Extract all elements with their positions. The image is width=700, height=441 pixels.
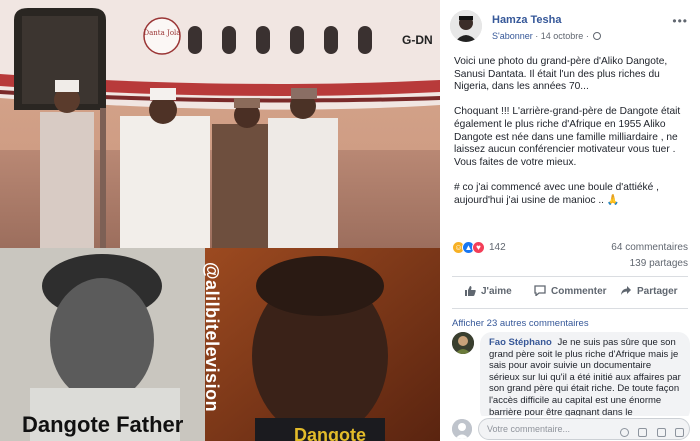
author-name[interactable]: Hamza Tesha <box>492 14 562 26</box>
emoji-icon[interactable] <box>619 428 629 437</box>
comment-text: Je ne suis pas sûre que son grand père s… <box>489 337 681 418</box>
commenter-avatar[interactable] <box>452 332 474 354</box>
post-meta: S'abonner · 14 octobre · <box>492 31 602 41</box>
share-button[interactable]: Partager <box>620 285 678 299</box>
follow-link[interactable]: S'abonner <box>492 31 533 41</box>
post-header: Hamza Tesha S'abonner · 14 octobre · ••• <box>450 10 690 44</box>
post-photo[interactable]: Danta Jola G-DN @alilbitelevision Dangot… <box>0 0 440 441</box>
thumbs-up-icon <box>465 286 476 296</box>
commenter-avatar-image <box>452 332 474 354</box>
user-silhouette-icon <box>452 419 472 439</box>
post-text: Voici une photo du grand-père d'Aliko Da… <box>454 56 694 220</box>
author-avatar[interactable] <box>450 10 482 42</box>
comment-composer <box>452 416 690 441</box>
current-user-avatar <box>452 419 472 439</box>
action-bar: J'aime Commenter Partager <box>452 280 688 304</box>
post-panel: Hamza Tesha S'abonner · 14 octobre · •••… <box>440 0 700 441</box>
comments-count[interactable]: 64 commentaires <box>611 242 688 253</box>
share-icon <box>621 286 631 295</box>
like-label: J'aime <box>481 286 512 297</box>
comment-label: Commenter <box>551 286 607 297</box>
gif-icon[interactable] <box>656 428 666 437</box>
plane-logo-text: Danta Jola <box>144 29 181 37</box>
composer-tools <box>615 424 684 437</box>
comment-icon <box>534 285 546 296</box>
post-date[interactable]: 14 octobre <box>541 31 584 41</box>
shares-count[interactable]: 139 partages <box>452 258 688 269</box>
comment-button[interactable]: Commenter <box>534 285 607 299</box>
reaction-count[interactable]: 142 <box>489 242 506 253</box>
commenter-name[interactable]: Fao Stéphano <box>489 337 552 348</box>
divider <box>452 308 688 309</box>
globe-icon <box>593 32 602 40</box>
share-label: Partager <box>637 286 678 297</box>
reactions-bar: ☺ ▲ ♥ 142 64 commentaires <box>452 240 688 256</box>
plane-registration: G-DN <box>402 33 433 47</box>
meta-separator-2: · <box>585 31 592 41</box>
post-paragraph: Choquant !!! L'arrière-grand-père de Dan… <box>454 106 681 168</box>
caption-father: Dangote Father <box>22 412 184 437</box>
comment-bubble: Fao Stéphano Je ne suis pas sûre que son… <box>480 332 690 422</box>
divider <box>452 276 688 277</box>
post-paragraph: Voici une photo du grand-père d'Aliko Da… <box>454 56 668 93</box>
airplane-photo: Danta Jola G-DN <box>0 0 440 248</box>
post-paragraph: # co j'ai commencé avec une boule d'atti… <box>454 181 659 206</box>
love-icon: ♥ <box>472 241 485 254</box>
camera-icon[interactable] <box>638 428 648 437</box>
watermark-text: @alilbitelevision <box>202 262 222 413</box>
show-more-comments-link[interactable]: Afficher 23 autres commentaires <box>452 318 589 329</box>
author-avatar-image <box>450 10 482 42</box>
comment-item: Fao Stéphano Je ne suis pas sûre que son… <box>452 332 690 422</box>
more-options-icon[interactable]: ••• <box>672 14 688 28</box>
caption-dangote: Dangote <box>294 425 366 441</box>
like-button[interactable]: J'aime <box>464 285 512 299</box>
sticker-icon[interactable] <box>675 428 684 437</box>
